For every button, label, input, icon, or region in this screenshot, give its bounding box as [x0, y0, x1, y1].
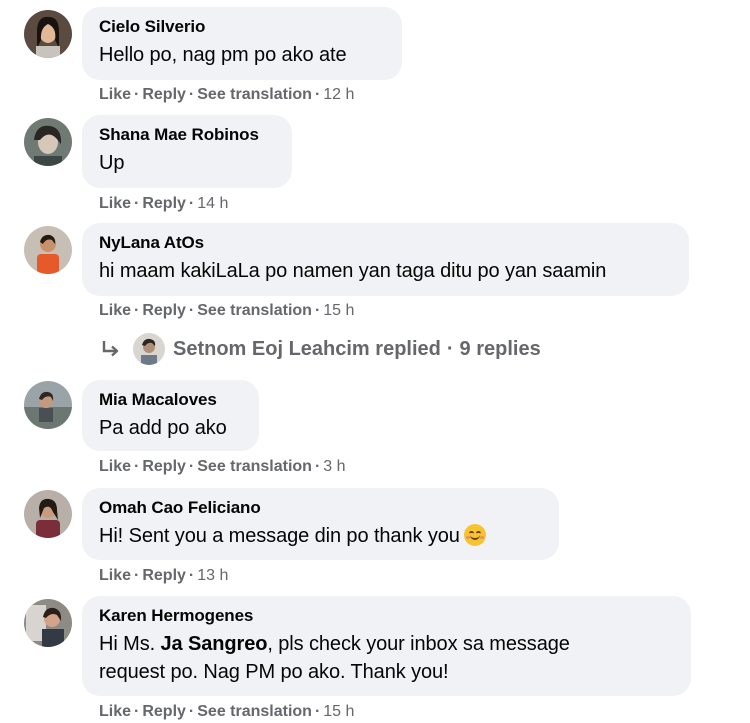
reply-button[interactable]: Reply [142, 86, 186, 103]
avatar[interactable] [24, 599, 72, 647]
like-button[interactable]: Like [99, 458, 131, 475]
comment-timestamp[interactable]: 3 h [323, 458, 345, 475]
comment-timestamp[interactable]: 12 h [323, 86, 354, 103]
comment-bubble: Mia Macaloves Pa add po ako [82, 380, 259, 451]
comment-text: hi maam kakiLaLa po namen yan taga ditu … [99, 260, 607, 282]
avatar [133, 333, 165, 365]
avatar[interactable] [24, 381, 72, 429]
smiling-face-icon [463, 524, 486, 546]
comment-actions: Like · Reply · See translation · 15 h [99, 703, 355, 720]
comment-author[interactable]: Shana Mae Robinos [99, 125, 275, 145]
reply-arrow-icon [99, 337, 123, 361]
like-button[interactable]: Like [99, 567, 131, 584]
reply-count[interactable]: 9 replies [460, 338, 541, 361]
comment-text: Hi Ms. Ja Sangreo, pls check your inbox … [99, 633, 570, 655]
comment-actions: Like · Reply · 14 h [99, 195, 229, 212]
comment-timestamp[interactable]: 15 h [323, 302, 354, 319]
comment-author[interactable]: Mia Macaloves [99, 390, 242, 410]
comment-timestamp[interactable]: 15 h [323, 703, 354, 720]
comment-actions: Like · Reply · See translation · 15 h [99, 302, 355, 319]
comment-bubble: NyLana AtOs hi maam kakiLaLa po namen ya… [82, 223, 689, 296]
comment-author[interactable]: Cielo Silverio [99, 17, 385, 37]
avatar[interactable] [24, 490, 72, 538]
reply-button[interactable]: Reply [142, 703, 186, 720]
comment-bubble: Karen Hermogenes Hi Ms. Ja Sangreo, pls … [82, 596, 691, 696]
comment-bubble: Shana Mae Robinos Up [82, 115, 292, 188]
like-button[interactable]: Like [99, 703, 131, 720]
like-button[interactable]: Like [99, 302, 131, 319]
comment-text: Hi! Sent you a message din po thank you [99, 522, 542, 550]
reply-button[interactable]: Reply [142, 302, 186, 319]
avatar[interactable] [24, 226, 72, 274]
mention-link[interactable]: Ja Sangreo [161, 633, 268, 655]
comment-text-line2: request po. Nag PM po ako. Thank you! [99, 661, 449, 683]
comment-actions: Like · Reply · 13 h [99, 567, 229, 584]
comment-bubble: Cielo Silverio Hello po, nag pm po ako a… [82, 7, 402, 80]
see-translation-button[interactable]: See translation [197, 86, 312, 103]
avatar[interactable] [24, 10, 72, 58]
comment-timestamp[interactable]: 13 h [197, 567, 228, 584]
comment-actions: Like · Reply · See translation · 12 h [99, 86, 355, 103]
see-translation-button[interactable]: See translation [197, 703, 312, 720]
comment-text: Up [99, 152, 125, 174]
comment-bubble: Omah Cao Feliciano Hi! Sent you a messag… [82, 488, 559, 560]
see-translation-button[interactable]: See translation [197, 458, 312, 475]
see-translation-button[interactable]: See translation [197, 302, 312, 319]
reply-button[interactable]: Reply [142, 567, 186, 584]
view-replies-link[interactable]: Setnom Eoj Leahcim replied · 9 replies [99, 333, 541, 365]
reply-button[interactable]: Reply [142, 458, 186, 475]
comment-timestamp[interactable]: 14 h [197, 195, 228, 212]
comment-text: Hello po, nag pm po ako ate [99, 44, 347, 66]
reply-button[interactable]: Reply [142, 195, 186, 212]
comment-author[interactable]: NyLana AtOs [99, 233, 672, 253]
reply-author[interactable]: Setnom Eoj Leahcim [173, 338, 370, 361]
like-button[interactable]: Like [99, 86, 131, 103]
comment-text: Pa add po ako [99, 417, 227, 439]
like-button[interactable]: Like [99, 195, 131, 212]
avatar[interactable] [24, 118, 72, 166]
comment-author[interactable]: Omah Cao Feliciano [99, 498, 542, 518]
comment-actions: Like · Reply · See translation · 3 h [99, 458, 346, 475]
reply-action-text: replied [375, 337, 441, 360]
comment-author[interactable]: Karen Hermogenes [99, 606, 674, 626]
